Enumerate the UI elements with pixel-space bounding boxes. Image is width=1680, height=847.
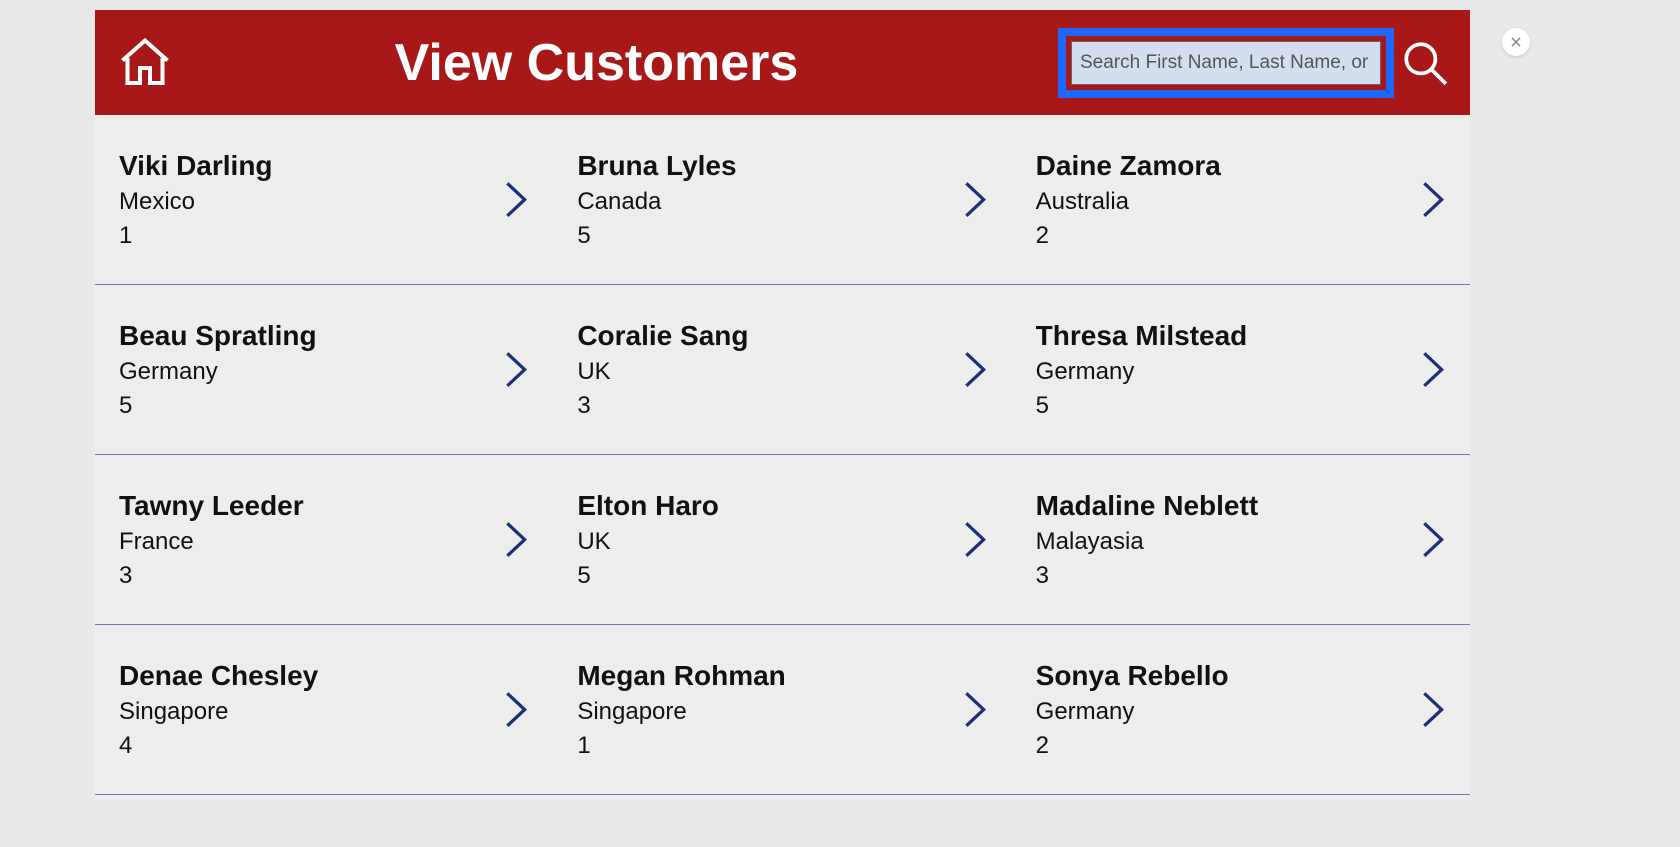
customer-cell[interactable]: Elton Haro UK 5 bbox=[553, 455, 1011, 624]
customer-number: 3 bbox=[1036, 562, 1258, 590]
search-area bbox=[1058, 28, 1450, 98]
customer-row: Denae Chesley Singapore 4 Megan Rohman Singa… bbox=[95, 625, 1470, 795]
customer-number: 3 bbox=[577, 392, 748, 420]
customer-cell[interactable]: Tawny Leeder France 3 bbox=[95, 455, 553, 624]
customer-number: 5 bbox=[577, 562, 719, 590]
chevron-right-icon bbox=[1420, 519, 1446, 561]
customer-country: Canada bbox=[577, 188, 736, 216]
customer-country: Malayasia bbox=[1036, 528, 1258, 556]
app-container: View Customers Viki Darling Mexico 1 Bruna … bbox=[95, 10, 1470, 800]
customer-cell-content: Elton Haro UK 5 bbox=[577, 490, 719, 590]
chevron-right-icon bbox=[503, 519, 529, 561]
search-input[interactable] bbox=[1071, 41, 1381, 85]
header-bar: View Customers bbox=[95, 10, 1470, 115]
customer-name: Denae Chesley bbox=[119, 660, 318, 692]
customer-cell[interactable]: Megan Rohman Singapore 1 bbox=[553, 625, 1011, 794]
chevron-right-icon bbox=[962, 689, 988, 731]
customer-country: Australia bbox=[1036, 188, 1221, 216]
customer-cell-content: Beau Spratling Germany 5 bbox=[119, 320, 317, 420]
customer-country: Singapore bbox=[119, 698, 318, 726]
customer-name: Madaline Neblett bbox=[1036, 490, 1258, 522]
customer-country: UK bbox=[577, 528, 719, 556]
customer-cell[interactable]: Viki Darling Mexico 1 bbox=[95, 115, 553, 284]
search-highlight bbox=[1058, 28, 1394, 98]
chevron-right-icon bbox=[1420, 179, 1446, 221]
customer-row: Tawny Leeder France 3 Elton Haro UK 5 Madaline… bbox=[95, 455, 1470, 625]
customer-cell[interactable]: Bruna Lyles Canada 5 bbox=[553, 115, 1011, 284]
customer-country: France bbox=[119, 528, 304, 556]
customer-row: Viki Darling Mexico 1 Bruna Lyles Canada 5 Dai… bbox=[95, 115, 1470, 285]
customer-cell[interactable]: Sonya Rebello Germany 2 bbox=[1012, 625, 1470, 794]
customer-cell-content: Viki Darling Mexico 1 bbox=[119, 150, 273, 250]
page-title: View Customers bbox=[135, 33, 1058, 93]
customer-country: Mexico bbox=[119, 188, 273, 216]
customer-cell[interactable]: Thresa Milstead Germany 5 bbox=[1012, 285, 1470, 454]
customer-cell-content: Tawny Leeder France 3 bbox=[119, 490, 304, 590]
customer-number: 5 bbox=[119, 392, 317, 420]
chevron-right-icon bbox=[1420, 689, 1446, 731]
chevron-right-icon bbox=[503, 689, 529, 731]
customer-cell-content: Thresa Milstead Germany 5 bbox=[1036, 320, 1248, 420]
search-icon[interactable] bbox=[1400, 38, 1450, 88]
customer-country: Germany bbox=[119, 358, 317, 386]
customer-country: Germany bbox=[1036, 358, 1248, 386]
customer-name: Elton Haro bbox=[577, 490, 719, 522]
customer-cell-content: Bruna Lyles Canada 5 bbox=[577, 150, 736, 250]
customer-number: 1 bbox=[119, 222, 273, 250]
customer-country: UK bbox=[577, 358, 748, 386]
customer-cell-content: Denae Chesley Singapore 4 bbox=[119, 660, 318, 760]
customer-country: Germany bbox=[1036, 698, 1229, 726]
customer-name: Beau Spratling bbox=[119, 320, 317, 352]
customer-cell-content: Megan Rohman Singapore 1 bbox=[577, 660, 785, 760]
chevron-right-icon bbox=[962, 519, 988, 561]
customer-name: Bruna Lyles bbox=[577, 150, 736, 182]
customer-cell-content: Madaline Neblett Malayasia 3 bbox=[1036, 490, 1258, 590]
customer-number: 4 bbox=[119, 732, 318, 760]
customer-name: Thresa Milstead bbox=[1036, 320, 1248, 352]
customer-name: Megan Rohman bbox=[577, 660, 785, 692]
customer-number: 3 bbox=[119, 562, 304, 590]
customer-number: 5 bbox=[1036, 392, 1248, 420]
close-button[interactable] bbox=[1502, 28, 1530, 56]
customer-cell[interactable]: Madaline Neblett Malayasia 3 bbox=[1012, 455, 1470, 624]
chevron-right-icon bbox=[962, 179, 988, 221]
customer-number: 5 bbox=[577, 222, 736, 250]
customer-cell[interactable]: Daine Zamora Australia 2 bbox=[1012, 115, 1470, 284]
customer-number: 2 bbox=[1036, 222, 1221, 250]
chevron-right-icon bbox=[503, 179, 529, 221]
customer-cell[interactable]: Coralie Sang UK 3 bbox=[553, 285, 1011, 454]
customer-name: Viki Darling bbox=[119, 150, 273, 182]
customer-name: Tawny Leeder bbox=[119, 490, 304, 522]
chevron-right-icon bbox=[1420, 349, 1446, 391]
chevron-right-icon bbox=[503, 349, 529, 391]
customer-list[interactable]: Viki Darling Mexico 1 Bruna Lyles Canada 5 Dai… bbox=[95, 115, 1470, 800]
customer-cell[interactable]: Denae Chesley Singapore 4 bbox=[95, 625, 553, 794]
customer-number: 2 bbox=[1036, 732, 1229, 760]
customer-name: Daine Zamora bbox=[1036, 150, 1221, 182]
customer-cell-content: Coralie Sang UK 3 bbox=[577, 320, 748, 420]
customer-cell[interactable]: Beau Spratling Germany 5 bbox=[95, 285, 553, 454]
chevron-right-icon bbox=[962, 349, 988, 391]
customer-cell-content: Daine Zamora Australia 2 bbox=[1036, 150, 1221, 250]
customer-cell-content: Sonya Rebello Germany 2 bbox=[1036, 660, 1229, 760]
customer-country: Singapore bbox=[577, 698, 785, 726]
customer-row: Beau Spratling Germany 5 Coralie Sang UK 3 Thr… bbox=[95, 285, 1470, 455]
customer-name: Sonya Rebello bbox=[1036, 660, 1229, 692]
customer-number: 1 bbox=[577, 732, 785, 760]
customer-name: Coralie Sang bbox=[577, 320, 748, 352]
